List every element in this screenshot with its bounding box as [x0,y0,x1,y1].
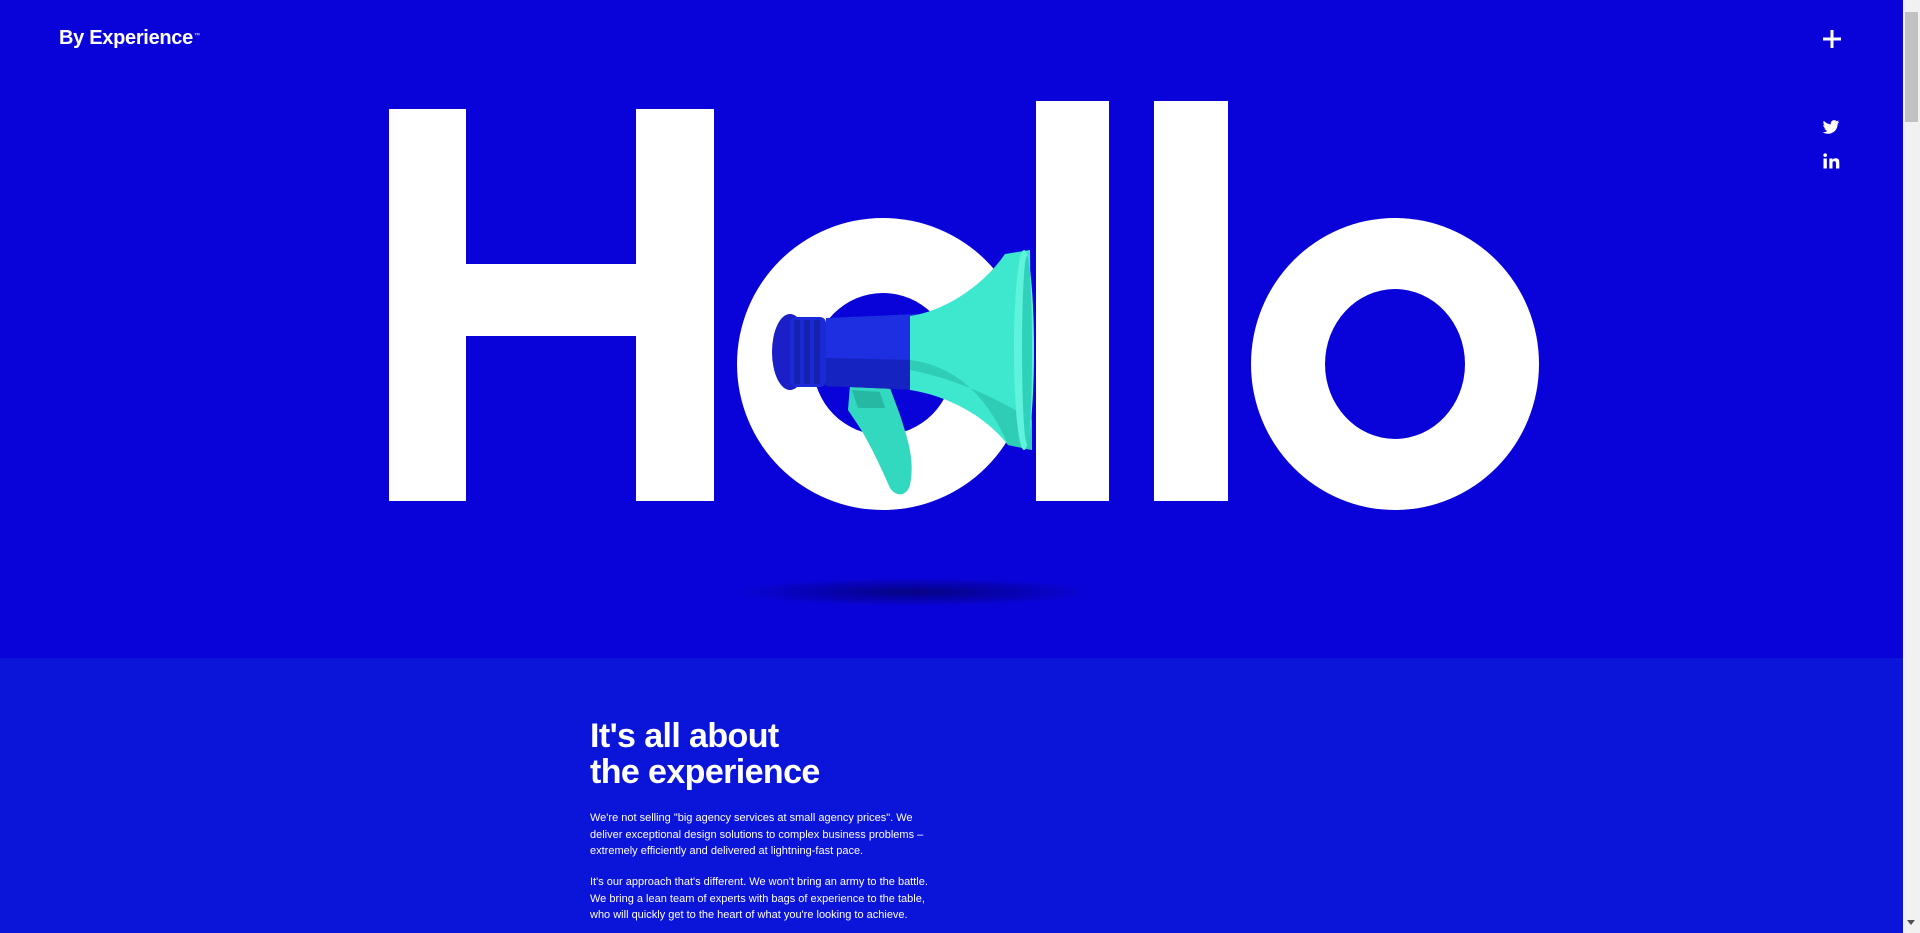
twitter-icon[interactable] [1821,117,1841,137]
linkedin-icon[interactable] [1821,151,1841,171]
megaphone-image [772,250,1034,495]
hero-section: By Experience™ [0,0,1903,658]
hero-letter-o [1251,218,1539,510]
scroll-down-arrow-icon[interactable] [1907,920,1915,925]
about-title: It's all about the experience [590,718,820,790]
plus-icon[interactable] [1821,28,1843,50]
page-content: By Experience™ It's all about the experi… [0,0,1903,933]
about-paragraph-1: We're not selling "big agency services a… [590,812,924,857]
logo-trademark: ™ [193,33,200,39]
hero-letter-l2 [1154,101,1228,501]
site-logo[interactable]: By Experience™ [59,27,200,50]
about-title-line2: the experience [590,753,820,791]
vertical-scrollbar[interactable] [1903,0,1920,933]
about-section: It's all about the experience We're not … [0,658,1903,933]
about-paragraph-2: It's our approach that's different. We w… [590,876,928,921]
megaphone-shadow [740,578,1090,606]
hero-letter-h [389,109,714,501]
page: By Experience™ It's all about the experi… [0,0,1920,933]
about-title-line1: It's all about [590,717,779,755]
logo-text: By Experience [59,27,193,49]
scrollbar-thumb[interactable] [1905,12,1918,122]
